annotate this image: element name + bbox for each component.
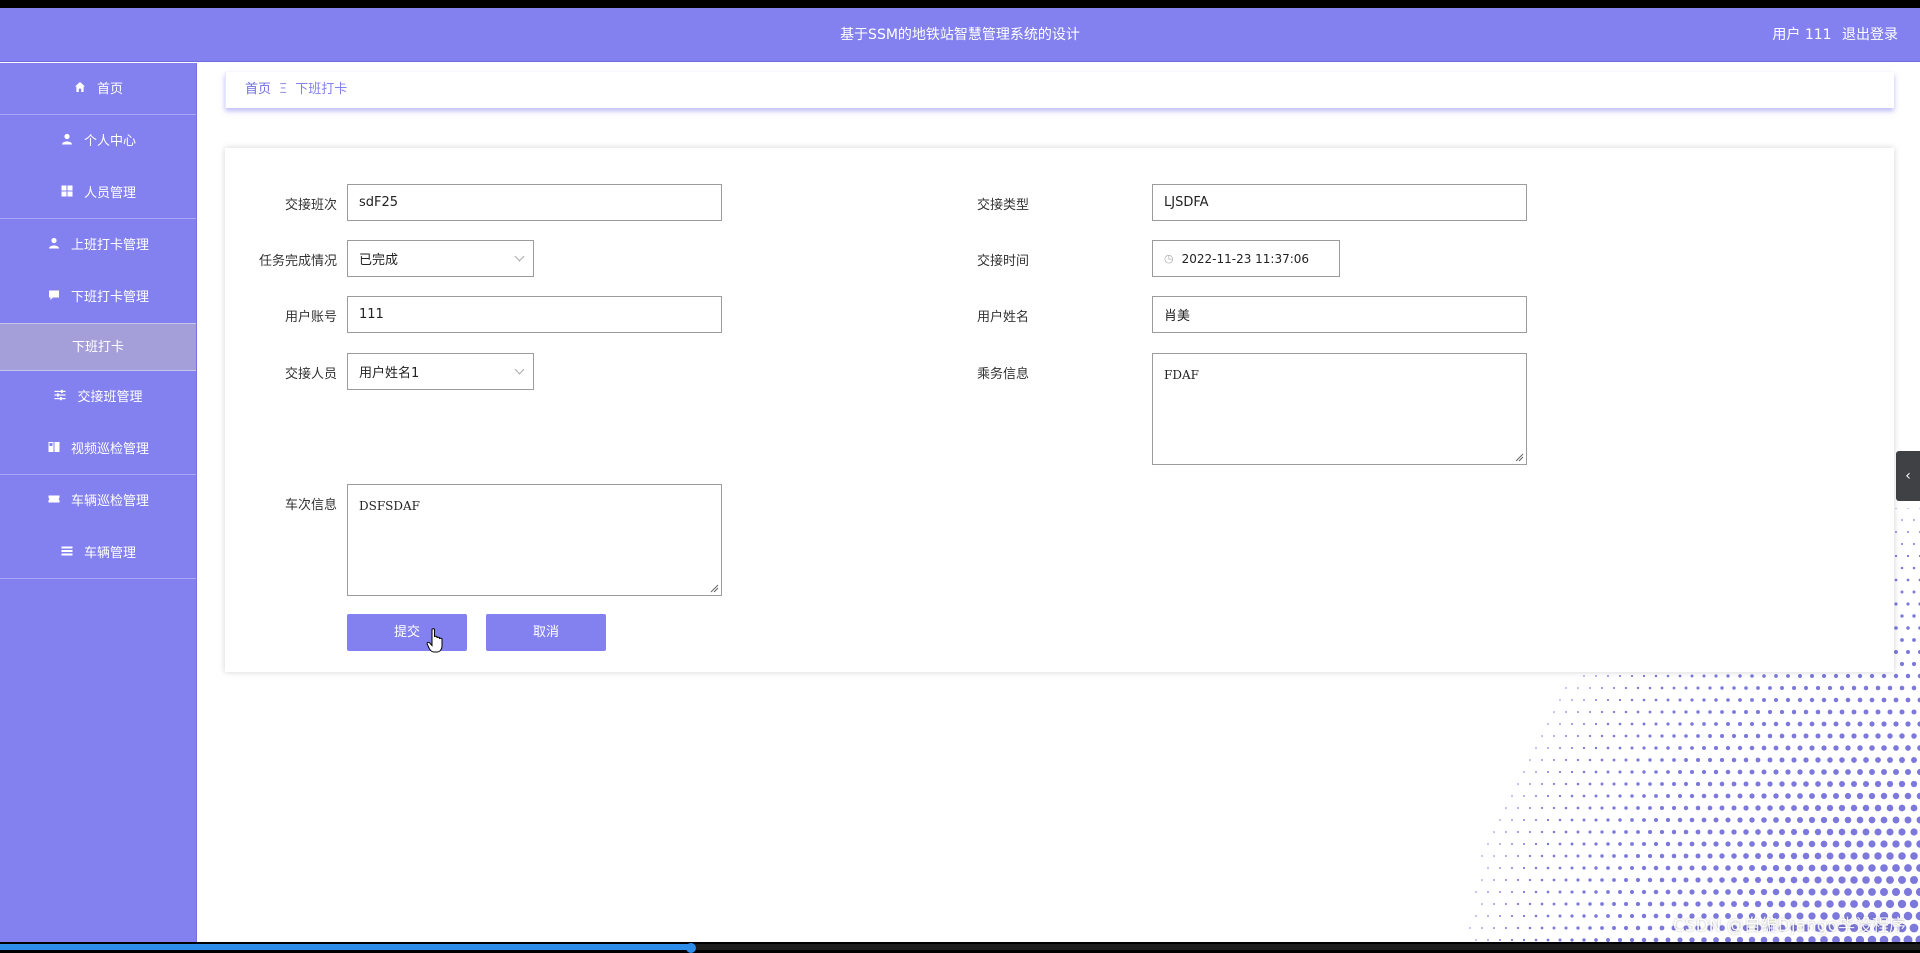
sidebar-item-vehicle-inspection-management[interactable]: 车辆巡检管理 — [0, 475, 196, 527]
sidebar-item-clock-out[interactable]: 下班打卡 — [0, 323, 196, 371]
breadcrumb-current: 下班打卡 — [295, 82, 347, 97]
shift-input[interactable]: sdF25 — [347, 184, 722, 221]
user-icon — [47, 219, 61, 271]
logout-link[interactable]: 退出登录 — [1842, 27, 1898, 43]
ticket-icon — [47, 475, 61, 527]
submit-button[interactable]: 提交 — [347, 614, 467, 651]
sidebar: 首页 个人中心 人员管理 上班打卡管理 下班打卡管理 下班打卡 交接班管理 视频… — [0, 63, 197, 942]
sidebar-item-vehicle-management[interactable]: 车辆管理 — [0, 527, 196, 579]
cancel-button[interactable]: 取消 — [486, 614, 606, 651]
chevron-left-icon: ‹ — [1905, 468, 1911, 484]
user-name-value: 肖美 — [1164, 305, 1190, 324]
sidebar-item-label: 下班打卡 — [72, 340, 124, 355]
crew-info-label: 乘务信息 — [917, 363, 1029, 382]
user-icon — [60, 115, 74, 167]
chevron-down-icon — [515, 365, 525, 375]
app-screen: 基于SSM的地铁站智慧管理系统的设计 用户 111 退出登录 首页 个人中心 人… — [0, 8, 1920, 942]
collapse-panel-button[interactable]: ‹ — [1896, 451, 1920, 501]
grid-icon — [60, 167, 74, 219]
task-status-label: 任务完成情况 — [225, 250, 337, 269]
home-icon — [73, 63, 87, 115]
top-bar: 基于SSM的地铁站智慧管理系统的设计 用户 111 退出登录 — [0, 8, 1920, 62]
sidebar-item-label: 个人中心 — [84, 134, 136, 149]
clock-icon: ◷ — [1164, 252, 1174, 265]
sidebar-item-label: 上班打卡管理 — [71, 238, 149, 253]
handover-time-value: 2022-11-23 11:37:06 — [1182, 252, 1309, 266]
train-info-label: 车次信息 — [225, 494, 337, 513]
sidebar-item-label: 下班打卡管理 — [71, 290, 149, 305]
user-area: 用户 111 退出登录 — [1766, 8, 1898, 62]
account-value: 111 — [359, 307, 384, 322]
sidebar-item-label: 车辆管理 — [84, 546, 136, 561]
breadcrumb-separator: Ξ — [279, 82, 287, 97]
sidebar-item-staff-management[interactable]: 人员管理 — [0, 167, 196, 219]
sidebar-item-label: 人员管理 — [84, 186, 136, 201]
shift-value: sdF25 — [359, 195, 398, 210]
hand-cursor-icon — [426, 628, 446, 654]
sidebar-item-clock-in-management[interactable]: 上班打卡管理 — [0, 219, 196, 271]
task-status-value: 已完成 — [359, 249, 398, 268]
sliders-icon — [53, 371, 67, 423]
app-title: 基于SSM的地铁站智慧管理系统的设计 — [0, 8, 1920, 62]
sidebar-item-clock-out-management[interactable]: 下班打卡管理 — [0, 271, 196, 323]
sidebar-item-label: 首页 — [97, 82, 123, 97]
sidebar-item-personal-center[interactable]: 个人中心 — [0, 115, 196, 167]
account-label: 用户账号 — [225, 306, 337, 325]
crew-info-value: FDAF — [1164, 368, 1199, 382]
handover-type-value: LJSDFA — [1164, 195, 1209, 210]
sidebar-item-video-inspection-management[interactable]: 视频巡检管理 — [0, 423, 196, 475]
handover-person-label: 交接人员 — [225, 363, 337, 382]
train-info-textarea[interactable]: DSFSDAF — [347, 484, 722, 596]
handover-type-input[interactable]: LJSDFA — [1152, 184, 1527, 221]
breadcrumb: 首页 Ξ 下班打卡 — [225, 72, 1894, 108]
handover-type-label: 交接类型 — [917, 194, 1029, 213]
user-label: 用户 111 — [1772, 27, 1831, 43]
form-panel: 交接班次 sdF25 任务完成情况 已完成 用户账号 111 交接人员 用户姓名… — [225, 148, 1894, 672]
handover-person-value: 用户姓名1 — [359, 362, 419, 381]
sidebar-item-shift-handover-management[interactable]: 交接班管理 — [0, 371, 196, 423]
account-input[interactable]: 111 — [347, 296, 722, 333]
handover-person-select[interactable]: 用户姓名1 — [347, 353, 534, 390]
resize-handle-icon[interactable] — [1514, 452, 1524, 462]
watermark: CSDN @自编Django毕设程序 — [1673, 911, 1906, 936]
book-icon — [47, 423, 61, 475]
chevron-down-icon — [515, 252, 525, 262]
handover-time-label: 交接时间 — [917, 250, 1029, 269]
shift-label: 交接班次 — [225, 194, 337, 213]
video-progress-fill — [0, 944, 691, 950]
list-icon — [60, 527, 74, 579]
sidebar-item-home[interactable]: 首页 — [0, 63, 196, 115]
user-name-label: 用户姓名 — [917, 306, 1029, 325]
sidebar-item-label: 车辆巡检管理 — [71, 494, 149, 509]
video-progress-bar[interactable] — [0, 944, 1920, 950]
breadcrumb-home[interactable]: 首页 — [245, 82, 271, 97]
train-info-value: DSFSDAF — [359, 499, 420, 513]
crew-info-textarea[interactable]: FDAF — [1152, 353, 1527, 465]
sidebar-item-label: 视频巡检管理 — [71, 442, 149, 457]
handover-time-picker[interactable]: ◷ 2022-11-23 11:37:06 — [1152, 240, 1340, 277]
sidebar-item-label: 交接班管理 — [77, 390, 142, 405]
task-status-select[interactable]: 已完成 — [347, 240, 534, 277]
chat-icon — [47, 271, 61, 323]
video-progress-knob[interactable] — [686, 943, 696, 953]
user-name-input[interactable]: 肖美 — [1152, 296, 1527, 333]
resize-handle-icon[interactable] — [709, 583, 719, 593]
